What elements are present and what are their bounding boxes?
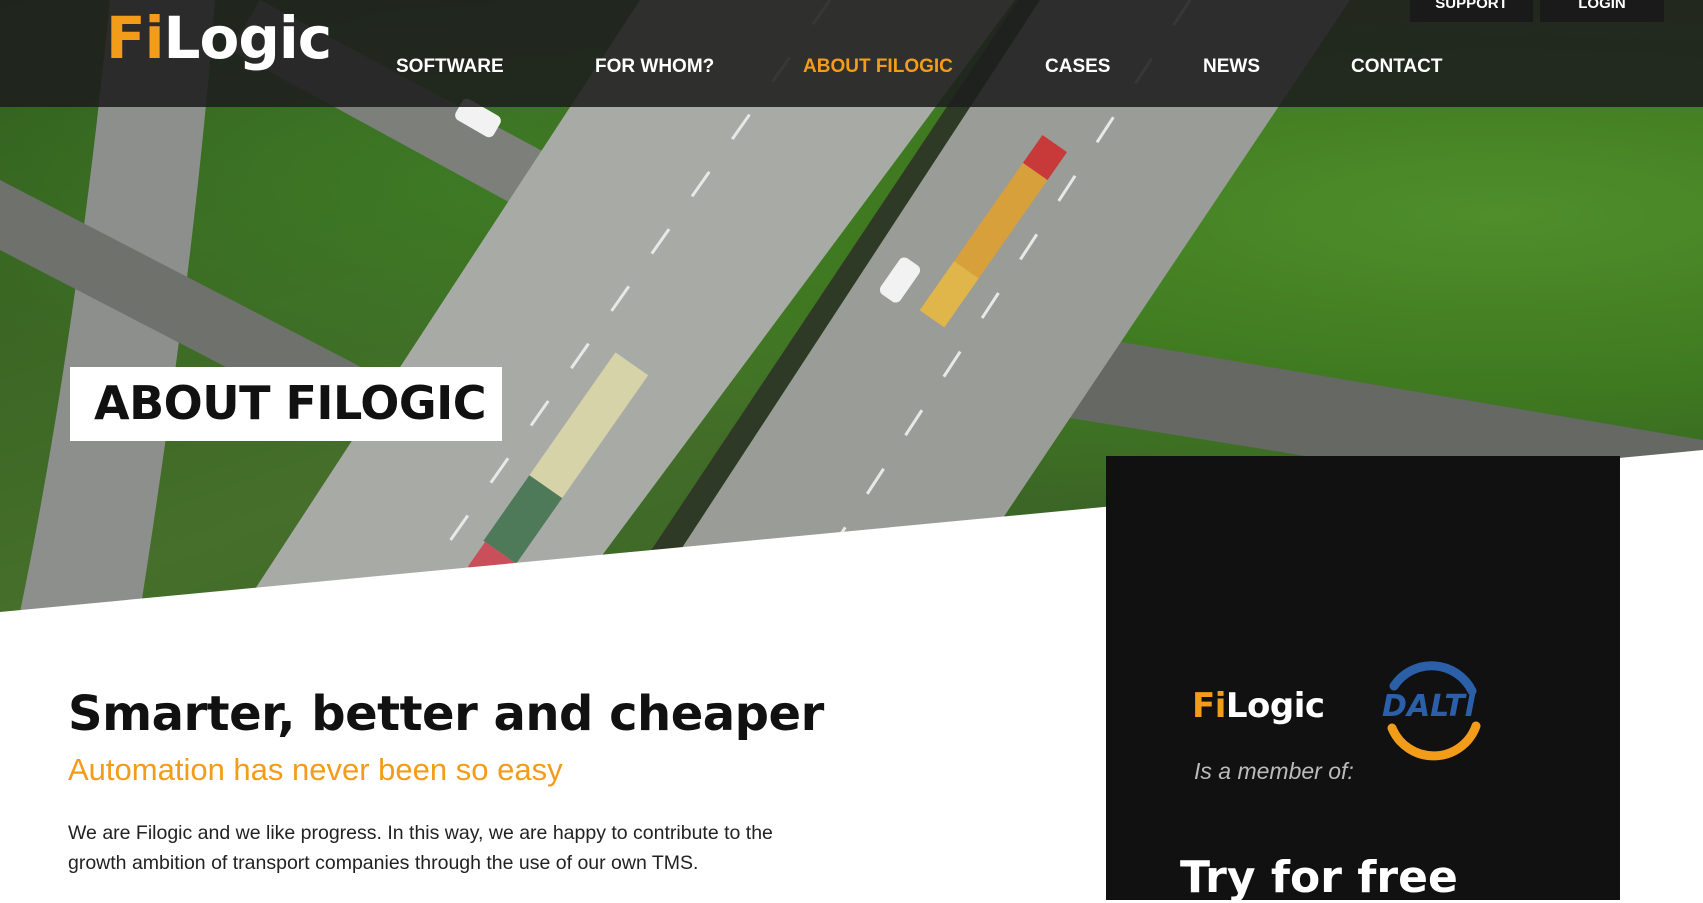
member-of-text: Is a member of: (1194, 758, 1354, 784)
nav-item-contact[interactable]: CONTACT (1351, 56, 1442, 78)
try-for-free-heading: Try for free (1180, 852, 1458, 903)
side-logo-logic-text: Logic (1225, 686, 1325, 726)
intro-paragraph: We are Filogic and we like progress. In … (68, 822, 773, 874)
page-title-box: ABOUT FILOGIC (70, 367, 502, 441)
side-logo-fi-text: Fi (1192, 686, 1226, 726)
logo-fi-text: Fi (106, 4, 165, 72)
support-button[interactable]: SUPPORT (1410, 0, 1533, 22)
logo-logic-text: Logic (163, 4, 333, 72)
nav-item-for-whom[interactable]: FOR WHOM? (595, 56, 714, 78)
nav-item-about-filogic[interactable]: ABOUT FILOGIC (803, 56, 953, 78)
section-headline: Smarter, better and cheaper (68, 686, 824, 742)
login-button[interactable]: LOGIN (1540, 0, 1664, 22)
filogic-logo[interactable]: FiLogic (106, 3, 333, 73)
page-title: ABOUT FILOGIC (94, 376, 486, 430)
nav-item-news[interactable]: NEWS (1203, 56, 1260, 78)
dalti-logo-text: DALTI (1382, 689, 1476, 724)
side-panel: FiLogic DALTI Is a member of: Try for fr… (1106, 456, 1620, 903)
main-navigation-bar: FiLogic SUPPORT LOGIN SOFTWARE FOR WHOM?… (0, 0, 1703, 107)
nav-item-cases[interactable]: CASES (1045, 56, 1110, 78)
nav-item-software[interactable]: SOFTWARE (396, 56, 504, 78)
dalti-logo[interactable]: DALTI (1364, 656, 1494, 766)
side-filogic-logo: FiLogic (1192, 686, 1325, 726)
section-subheadline: Automation has never been so easy (68, 752, 563, 787)
